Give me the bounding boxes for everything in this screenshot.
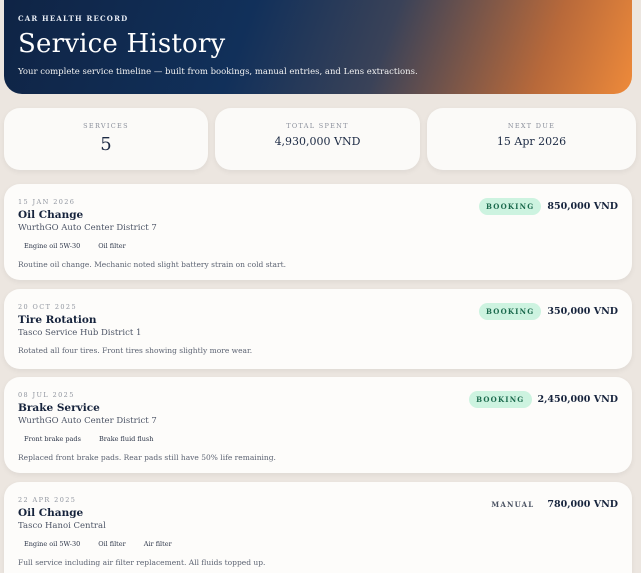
record-note: Full service including air filter replac…	[18, 558, 266, 567]
stat-value: 15 Apr 2026	[496, 135, 567, 148]
part-tag: Oil filter	[98, 540, 126, 548]
source-badge: BOOKING	[479, 198, 542, 215]
record-amount: 850,000 VND	[547, 201, 618, 212]
part-tag: Front brake pads	[24, 435, 81, 443]
source-badge: BOOKING	[469, 391, 532, 408]
record-location: WurthGO Auto Center District 7	[18, 223, 157, 233]
service-record-card[interactable]: 22 APR 2025 Oil Change Tasco Hanoi Centr…	[4, 482, 632, 573]
record-parts: Engine oil 5W-30 Oil filter	[18, 240, 618, 252]
service-record-card[interactable]: 15 JAN 2026 Oil Change WurthGO Auto Cent…	[4, 184, 632, 280]
record-parts: Engine oil 5W-30 Oil filter Air filter	[18, 538, 618, 550]
record-amount: 350,000 VND	[547, 306, 618, 317]
stat-label: TOTAL SPENT	[286, 122, 349, 130]
stat-services: SERVICES 5	[4, 108, 208, 170]
record-note: Routine oil change. Mechanic noted sligh…	[18, 260, 287, 269]
part-tag: Air filter	[143, 540, 172, 548]
stat-next-due: NEXT DUE 15 Apr 2026	[427, 108, 636, 170]
service-record-card[interactable]: 08 JUL 2025 Brake Service WurthGO Auto C…	[4, 377, 632, 473]
record-meta: MANUAL 780,000 VND	[484, 496, 618, 513]
record-location: Tasco Service Hub District 1	[18, 328, 142, 338]
stat-total-spent: TOTAL SPENT 4,930,000 VND	[215, 108, 420, 170]
hero-banner: CAR HEALTH RECORD Service History Your c…	[4, 0, 632, 94]
part-tag: Oil filter	[98, 242, 126, 250]
stats-row: SERVICES 5 TOTAL SPENT 4,930,000 VND NEX…	[4, 108, 636, 170]
record-amount: 2,450,000 VND	[537, 394, 619, 405]
record-parts: Front brake pads Brake fluid flush	[18, 433, 618, 445]
record-meta: BOOKING 350,000 VND	[479, 303, 618, 320]
stat-value: 5	[100, 134, 112, 155]
stat-label: SERVICES	[83, 122, 129, 130]
part-tag: Brake fluid flush	[98, 435, 154, 443]
record-location: WurthGO Auto Center District 7	[18, 416, 157, 426]
stat-label: NEXT DUE	[507, 122, 556, 130]
source-badge: BOOKING	[479, 303, 542, 320]
record-meta: BOOKING 2,450,000 VND	[469, 391, 618, 408]
record-note: Rotated all four tires. Front tires show…	[18, 346, 253, 355]
record-meta: BOOKING 850,000 VND	[479, 198, 618, 215]
page-subtitle: Your complete service timeline — built f…	[18, 67, 418, 77]
record-note: Replaced front brake pads. Rear pads sti…	[18, 453, 276, 462]
stat-value: 4,930,000 VND	[274, 135, 361, 148]
hero-eyebrow: CAR HEALTH RECORD	[18, 14, 129, 23]
record-location: Tasco Hanoi Central	[18, 521, 106, 531]
part-tag: Engine oil 5W-30	[24, 540, 81, 548]
service-record-card[interactable]: 20 OCT 2025 Tire Rotation Tasco Service …	[4, 289, 632, 369]
part-tag: Engine oil 5W-30	[24, 242, 81, 250]
page-title: Service History	[18, 29, 226, 59]
source-badge: MANUAL	[491, 500, 535, 509]
record-amount: 780,000 VND	[547, 499, 618, 510]
